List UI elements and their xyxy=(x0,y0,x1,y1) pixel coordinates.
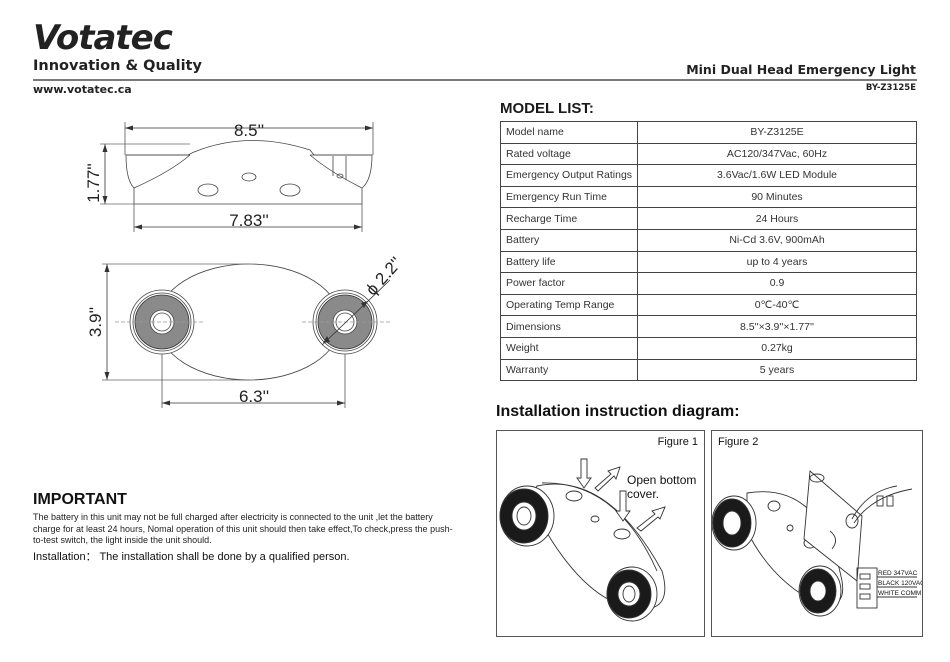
wire-label-black: BLACK 120VAC xyxy=(878,580,922,587)
important-text: The battery in this unit may not be full… xyxy=(33,512,453,545)
figure-2: Figure 2 RED 347VAC BLACK 120VAC WHITE C… xyxy=(711,430,925,637)
dim-front-height: 3.9'' xyxy=(86,307,105,337)
model-list-heading: MODEL LIST: xyxy=(500,100,594,117)
spec-row: Battery life up to 4 years xyxy=(500,250,917,274)
figure-2-label: Figure 2 xyxy=(718,436,759,448)
figure-1: Figure 1 Open bottom cover. xyxy=(496,430,705,637)
spec-value: 24 Hours xyxy=(637,207,917,230)
spec-row: Power factor 0.9 xyxy=(500,272,917,295)
spec-row: Weight 0.27kg xyxy=(500,336,917,360)
spec-row: Emergency Output Ratings 3.6Vac/1.6W LED … xyxy=(500,164,917,187)
header-divider xyxy=(33,79,917,81)
spec-row: Operating Temp Range 0℃-40℃ xyxy=(500,293,917,317)
installation-heading: Installation instruction diagram: xyxy=(496,403,740,420)
dim-base-width: 7.83'' xyxy=(229,211,269,230)
product-code: BY-Z3125E xyxy=(865,83,916,93)
dim-overall-width: 8.5'' xyxy=(234,121,264,140)
website-link[interactable]: www.votatec.ca xyxy=(33,83,132,96)
dim-height: 1.77'' xyxy=(84,163,103,203)
spec-table: Model name BY-Z3125E Rated voltage AC120/34… xyxy=(500,121,917,382)
spec-label: Dimensions xyxy=(500,315,638,338)
dim-head-spacing: 6.3'' xyxy=(239,387,269,406)
wire-label-white: WHITE COMM xyxy=(878,590,921,597)
important-heading: IMPORTANT xyxy=(33,491,127,508)
spec-label: Emergency Output Ratings xyxy=(500,164,638,187)
spec-label: Warranty xyxy=(500,358,638,382)
spec-value: 0.9 xyxy=(637,272,917,295)
spec-label: Rated voltage xyxy=(500,142,638,166)
brand-logo: Votatec xyxy=(33,18,173,58)
figure-1-note: Open bottom cover. xyxy=(627,473,697,501)
down-arrow-icon xyxy=(576,458,592,489)
spec-label: Operating Temp Range xyxy=(500,293,638,317)
spec-value: 8.5''×3.9''×1.77'' xyxy=(637,315,917,338)
spec-label: Battery life xyxy=(500,250,638,274)
spec-row: Recharge Time 24 Hours xyxy=(500,207,917,230)
spec-row: Rated voltage AC120/347Vac, 60Hz xyxy=(500,142,917,166)
spec-row: Model name BY-Z3125E xyxy=(500,121,917,144)
spec-label: Battery xyxy=(500,228,638,252)
brand-tagline: Innovation & Quality xyxy=(33,58,202,74)
spec-label: Recharge Time xyxy=(500,207,638,230)
out-arrow-icon xyxy=(594,466,621,492)
spec-value: 0.27kg xyxy=(637,336,917,360)
dim-head-diameter: ϕ 2.2'' xyxy=(362,253,406,299)
spec-label: Weight xyxy=(500,336,638,360)
spec-value: BY-Z3125E xyxy=(637,121,917,144)
spec-value: 3.6Vac/1.6W LED Module xyxy=(637,164,917,187)
spec-value: 90 Minutes xyxy=(637,185,917,209)
spec-value: up to 4 years xyxy=(637,250,917,274)
spec-label: Power factor xyxy=(500,272,638,295)
out-arrow-icon xyxy=(636,506,666,532)
wire-label-red: RED 347VAC xyxy=(878,570,918,577)
spec-row: Emergency Run Time 90 Minutes xyxy=(500,185,917,209)
figure-2-illustration: RED 347VAC BLACK 120VAC WHITE COMM xyxy=(711,470,925,617)
spec-value: 5 years xyxy=(637,358,917,382)
spec-value: AC120/347Vac, 60Hz xyxy=(637,142,917,166)
dimension-drawing: 8.5'' 7.83'' 1.77'' 6.3'' 3.9'' ϕ 2.2'' xyxy=(84,121,406,408)
spec-value: 0℃-40℃ xyxy=(637,293,917,317)
spec-value: Ni-Cd 3.6V, 900mAh xyxy=(637,228,917,252)
figure-1-illustration xyxy=(499,458,666,622)
spec-row: Battery Ni-Cd 3.6V, 900mAh xyxy=(500,228,917,252)
product-title: Mini Dual Head Emergency Light xyxy=(686,62,916,77)
installation-note: Installation： The installation shall be … xyxy=(33,551,350,563)
spec-row: Dimensions 8.5''×3.9''×1.77'' xyxy=(500,315,917,338)
figure-1-label: Figure 1 xyxy=(657,436,698,448)
spec-row: Warranty 5 years xyxy=(500,358,917,382)
spec-label: Model name xyxy=(500,121,638,144)
spec-label: Emergency Run Time xyxy=(500,185,638,209)
